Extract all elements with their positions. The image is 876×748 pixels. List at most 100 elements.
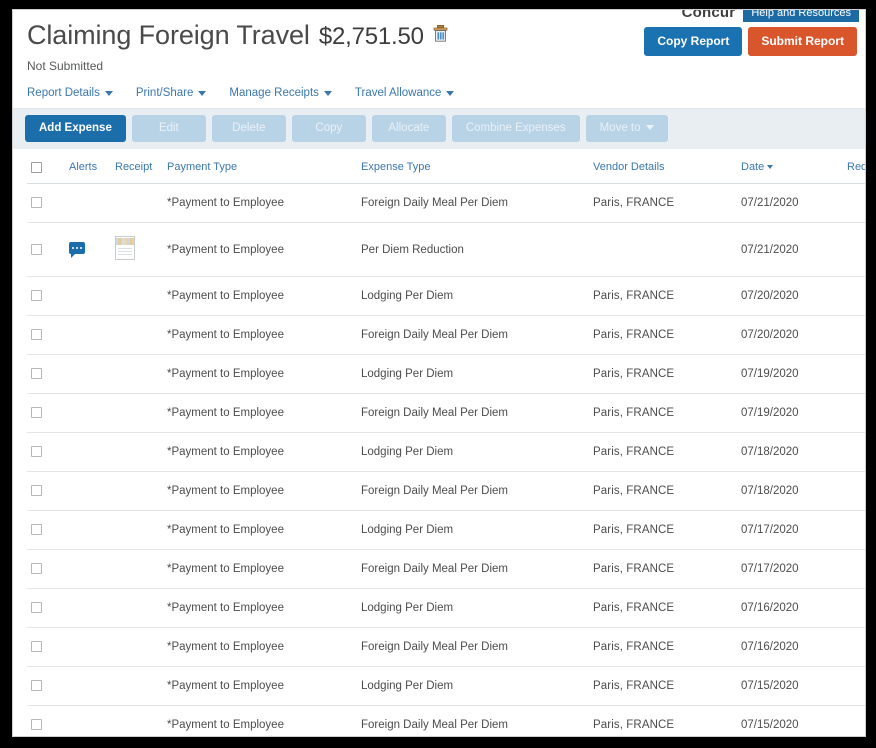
row-select-cell[interactable]	[27, 510, 65, 550]
receipt-cell	[111, 471, 163, 511]
date-cell: 07/19/2020	[737, 393, 843, 433]
add-expense-button[interactable]: Add Expense	[25, 115, 126, 142]
vendor-details-cell: Paris, FRANCE	[589, 705, 737, 736]
copy-report-button[interactable]: Copy Report	[644, 27, 743, 56]
vendor-details-cell: Paris, FRANCE	[589, 627, 737, 667]
help-and-resources-button[interactable]: Help and Resources	[743, 10, 859, 22]
chevron-down-icon	[198, 90, 207, 96]
receipt-cell	[111, 666, 163, 706]
row-select-cell[interactable]	[27, 666, 65, 706]
row-checkbox[interactable]	[31, 680, 42, 692]
edit-button[interactable]: Edit	[131, 115, 206, 142]
table-row[interactable]: *Payment to Employee Per Diem Reduction 07…	[27, 222, 865, 277]
payment-type-cell: *Payment to Employee	[163, 183, 357, 223]
row-select-cell[interactable]	[27, 315, 65, 355]
expense-type-cell: Foreign Daily Meal Per Diem	[357, 471, 589, 511]
table-row[interactable]: *Payment to Employee Foreign Daily Meal P…	[27, 549, 865, 589]
table-header-row: Alerts Receipt Payment Type Expense Type…	[27, 149, 865, 184]
column-header-receipt[interactable]: Receipt	[111, 149, 163, 184]
payment-type-cell: *Payment to Employee	[163, 549, 357, 589]
vendor-details-cell	[589, 222, 737, 277]
row-checkbox[interactable]	[31, 446, 42, 458]
expense-type-cell: Foreign Daily Meal Per Diem	[357, 627, 589, 667]
row-checkbox[interactable]	[31, 368, 42, 380]
date-cell: 07/20/2020	[737, 315, 843, 355]
app-chrome-clipped: Concur Help and Resources	[677, 10, 859, 22]
menu-travel-allowance[interactable]: Travel Allowance	[355, 87, 455, 99]
row-checkbox[interactable]	[31, 407, 42, 419]
table-row[interactable]: *Payment to Employee Foreign Daily Meal P…	[27, 471, 865, 511]
row-checkbox[interactable]	[31, 719, 42, 731]
submit-report-button[interactable]: Submit Report	[748, 27, 857, 56]
payment-type-cell: *Payment to Employee	[163, 432, 357, 472]
trash-icon[interactable]	[433, 25, 448, 42]
alerts-cell	[65, 471, 111, 511]
row-checkbox[interactable]	[31, 602, 42, 614]
table-row[interactable]: *Payment to Employee Foreign Daily Meal P…	[27, 315, 865, 355]
menu-manage-receipts[interactable]: Manage Receipts	[229, 87, 332, 99]
row-select-cell[interactable]	[27, 276, 65, 316]
table-row[interactable]: *Payment to Employee Foreign Daily Meal P…	[27, 393, 865, 433]
column-header-payment-type[interactable]: Payment Type	[163, 149, 357, 184]
row-select-cell[interactable]	[27, 222, 65, 277]
table-row[interactable]: *Payment to Employee Lodging Per Diem Pari…	[27, 354, 865, 394]
table-row[interactable]: *Payment to Employee Lodging Per Diem Pari…	[27, 276, 865, 316]
receipt-thumbnail-icon[interactable]	[115, 236, 135, 260]
table-row[interactable]: *Payment to Employee Lodging Per Diem Pari…	[27, 588, 865, 628]
payment-type-cell: *Payment to Employee	[163, 705, 357, 736]
combine-expenses-button[interactable]: Combine Expenses	[451, 115, 580, 142]
chevron-down-icon	[446, 90, 455, 96]
row-checkbox[interactable]	[31, 524, 42, 536]
row-select-cell[interactable]	[27, 627, 65, 667]
delete-button[interactable]: Delete	[211, 115, 286, 142]
row-checkbox[interactable]	[31, 641, 42, 653]
row-select-cell[interactable]	[27, 393, 65, 433]
table-row[interactable]: *Payment to Employee Foreign Daily Meal P…	[27, 627, 865, 667]
row-checkbox[interactable]	[31, 329, 42, 341]
payment-type-cell: *Payment to Employee	[163, 666, 357, 706]
table-row[interactable]: *Payment to Employee Lodging Per Diem Pari…	[27, 432, 865, 472]
table-row[interactable]: *Payment to Employee Lodging Per Diem Pari…	[27, 666, 865, 706]
table-row[interactable]: *Payment to Employee Foreign Daily Meal P…	[27, 705, 865, 736]
row-checkbox[interactable]	[31, 197, 42, 209]
alerts-cell	[65, 666, 111, 706]
vendor-details-cell: Paris, FRANCE	[589, 471, 737, 511]
row-checkbox[interactable]	[31, 563, 42, 575]
column-header-vendor-details[interactable]: Vendor Details	[589, 149, 737, 184]
menu-print-share[interactable]: Print/Share	[136, 87, 207, 99]
row-checkbox[interactable]	[31, 243, 42, 255]
date-cell: 07/15/2020	[737, 666, 843, 706]
table-row[interactable]: *Payment to Employee Lodging Per Diem Pari…	[27, 510, 865, 550]
row-select-cell[interactable]	[27, 354, 65, 394]
menu-report-details[interactable]: Report Details	[27, 87, 113, 99]
vendor-details-cell: Paris, FRANCE	[589, 588, 737, 628]
allocate-button[interactable]: Allocate	[371, 115, 446, 142]
column-header-requested[interactable]: Requested	[843, 149, 865, 184]
date-cell: 07/17/2020	[737, 549, 843, 589]
expense-type-cell: Lodging Per Diem	[357, 432, 589, 472]
move-to-label: Move to	[599, 122, 641, 134]
row-checkbox[interactable]	[31, 290, 42, 302]
row-select-cell[interactable]	[27, 471, 65, 511]
table-row[interactable]: *Payment to Employee Foreign Daily Meal P…	[27, 183, 865, 223]
comment-icon[interactable]	[69, 242, 85, 258]
copy-button[interactable]: Copy	[291, 115, 366, 142]
date-cell: 07/18/2020	[737, 432, 843, 472]
vendor-details-cell: Paris, FRANCE	[589, 432, 737, 472]
column-header-date[interactable]: Date	[737, 149, 843, 184]
requested-amount-cell: $175.00	[843, 393, 865, 433]
menu-report-details-label: Report Details	[27, 87, 100, 99]
menu-manage-receipts-label: Manage Receipts	[229, 87, 319, 99]
row-select-cell[interactable]	[27, 588, 65, 628]
row-checkbox[interactable]	[31, 485, 42, 497]
row-select-cell[interactable]	[27, 549, 65, 589]
requested-amount-cell: $175.00	[843, 315, 865, 355]
move-to-button[interactable]: Move to	[585, 115, 668, 142]
column-header-alerts[interactable]: Alerts	[65, 149, 111, 184]
row-select-cell[interactable]	[27, 705, 65, 736]
column-header-expense-type[interactable]: Expense Type	[357, 149, 589, 184]
select-all-checkbox[interactable]	[31, 161, 42, 173]
select-all-header[interactable]	[27, 149, 65, 184]
row-select-cell[interactable]	[27, 183, 65, 223]
row-select-cell[interactable]	[27, 432, 65, 472]
